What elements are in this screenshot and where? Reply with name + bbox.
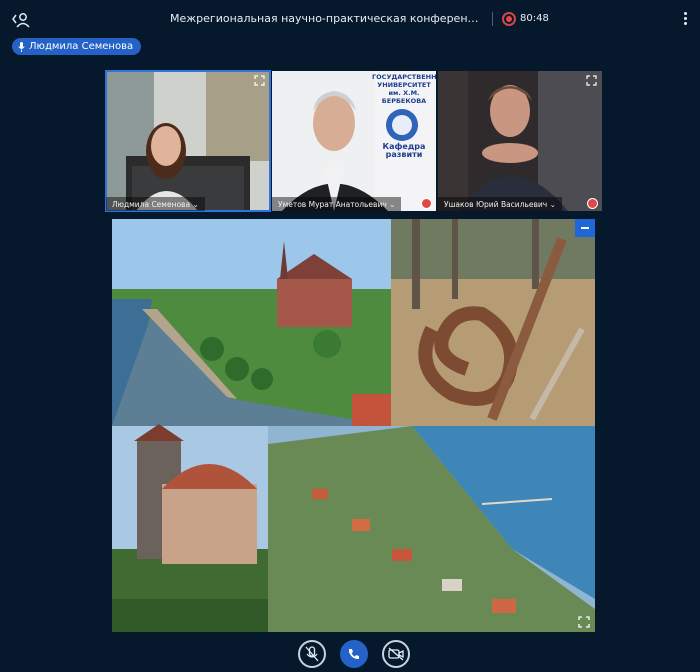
presentation-collage [112,219,595,632]
participant-name: Людмила Семенова ⌄ [106,197,205,211]
divider [492,12,493,26]
top-bar: Межрегиональная научно-практическая конф… [0,0,700,38]
fullscreen-icon[interactable] [578,616,590,628]
phone-icon [349,649,359,660]
participant-tile[interactable]: Людмила Семенова ⌄ [105,70,271,212]
photo-tower [112,424,268,632]
participants-icon[interactable] [10,10,32,30]
camera-off-icon [388,647,404,661]
more-menu-icon[interactable] [680,10,690,28]
recording-time: 80:48 [520,13,549,24]
backdrop-text: ГОСУДАРСТВЕНН УНИВЕРСИТЕТ им. Х.М. БЕРБЕ… [372,73,436,159]
expand-icon[interactable] [586,75,597,86]
video-conference-window: Межрегиональная научно-практическая конф… [0,0,700,672]
participant-name: Уметов Мурат Анатольевич ⌄ [272,197,402,211]
expand-icon[interactable] [254,75,265,86]
mic-off-icon [305,646,319,662]
photo-cathedral [112,219,391,426]
speaker-name: Людмила Семенова [29,41,134,52]
current-speaker-badge: Людмила Семенова [12,38,142,55]
participant-video [106,71,270,211]
muted-icon [421,198,432,209]
recording-icon[interactable] [502,12,516,26]
shared-screen [112,219,595,632]
muted-icon [587,198,598,209]
conference-title: Межрегиональная научно-практическая конф… [170,12,482,25]
participant-tile[interactable]: Ушаков Юрий Васильевич ⌄ [438,71,602,211]
camera-toggle-button[interactable] [382,640,410,668]
mic-toggle-button[interactable] [298,640,326,668]
call-controls [0,640,700,672]
minimize-presentation-button[interactable] [575,219,595,237]
participant-video [438,71,602,211]
mic-icon [18,41,25,52]
photo-town [268,426,595,632]
participant-tile[interactable]: ГОСУДАРСТВЕНН УНИВЕРСИТЕТ им. Х.М. БЕРБЕ… [272,71,436,211]
participant-name: Ушаков Юрий Васильевич ⌄ [438,197,562,211]
photo-forest [391,219,595,426]
leave-call-button[interactable] [340,640,368,668]
